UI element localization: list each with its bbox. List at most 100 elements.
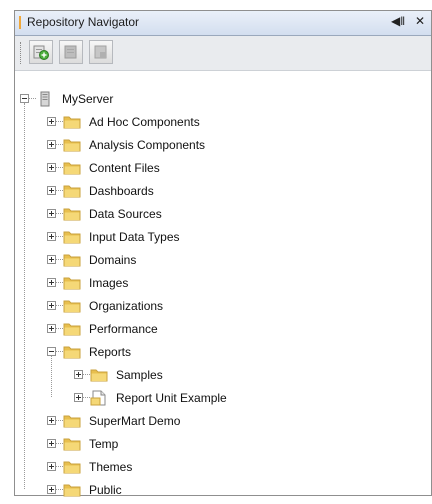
toolbar — [15, 36, 431, 71]
tree-node-label: Public — [89, 483, 122, 497]
tree-folder-node[interactable]: Ad Hoc Components — [15, 113, 415, 133]
tree-root-node[interactable]: MyServer — [15, 90, 415, 110]
tree-connector-line — [56, 259, 63, 261]
tree-connector-line — [56, 167, 63, 169]
expand-toggle-icon[interactable] — [47, 186, 56, 195]
expand-toggle-icon[interactable] — [47, 416, 56, 425]
tree-folder-node[interactable]: SuperMart Demo — [15, 412, 415, 432]
tree-node-label: Organizations — [89, 299, 164, 313]
collapse-toggle-icon[interactable] — [47, 347, 56, 356]
tree-node-label: Samples — [116, 368, 163, 382]
expand-toggle-icon[interactable] — [47, 439, 56, 448]
tree-folder-node[interactable]: Public — [15, 481, 415, 501]
tree-connector-line — [56, 328, 63, 330]
expand-toggle-icon[interactable] — [47, 485, 56, 494]
expand-toggle-icon[interactable] — [47, 278, 56, 287]
panel-title: Repository Navigator — [27, 15, 140, 29]
tree-connector-line — [56, 305, 63, 307]
expand-toggle-icon[interactable] — [74, 393, 83, 402]
expand-toggle-icon[interactable] — [47, 140, 56, 149]
expand-toggle-icon[interactable] — [47, 462, 56, 471]
folder-icon — [90, 367, 108, 383]
tree-folder-node[interactable]: Content Files — [15, 159, 415, 179]
tree-connector-line — [56, 420, 63, 422]
tree-node-label: Ad Hoc Components — [89, 115, 200, 129]
tree-connector-line — [56, 236, 63, 238]
repository-navigator-panel: Repository Navigator ◀‖ ✕ MyServer Ad Ho… — [14, 10, 432, 497]
close-icon[interactable]: ✕ — [415, 14, 425, 28]
folder-icon — [63, 459, 81, 475]
folder-icon — [63, 321, 81, 337]
tree-connector-line — [56, 282, 63, 284]
tree-folder-node[interactable]: Dashboards — [15, 182, 415, 202]
tree-connector-line — [24, 103, 25, 489]
tree-connector-line — [51, 356, 52, 397]
edit-resource-icon — [64, 45, 77, 59]
server-icon — [36, 91, 54, 107]
folder-icon — [63, 229, 81, 245]
tree-node-label: SuperMart Demo — [89, 414, 181, 428]
folder-icon — [63, 137, 81, 153]
tree-child-node[interactable]: Samples — [15, 366, 415, 386]
tree-folder-node[interactable]: Data Sources — [15, 205, 415, 225]
tree-node-label: Images — [89, 276, 129, 290]
expand-toggle-icon[interactable] — [47, 117, 56, 126]
tree-node-label: Input Data Types — [89, 230, 180, 244]
folder-icon — [63, 482, 81, 498]
tree-connector-line — [56, 489, 63, 491]
tree-connector-line — [56, 213, 63, 215]
tree-child-node[interactable]: Report Unit Example — [15, 389, 415, 409]
delete-resource-button[interactable] — [89, 40, 113, 64]
add-resource-button[interactable] — [29, 40, 53, 64]
collapse-toggle-icon[interactable] — [20, 94, 29, 103]
folder-icon — [63, 252, 81, 268]
tree-connector-line — [56, 190, 63, 192]
tree-folder-node[interactable]: Analysis Components — [15, 136, 415, 156]
tree-folder-node[interactable]: Themes — [15, 458, 415, 478]
tree-folder-node[interactable]: Domains — [15, 251, 415, 271]
tree-node-label: Data Sources — [89, 207, 162, 221]
folder-icon — [63, 114, 81, 130]
expand-toggle-icon[interactable] — [47, 163, 56, 172]
pin-icon[interactable]: ◀‖ — [391, 14, 405, 28]
tree-connector-line — [83, 397, 90, 399]
tree-node-label: Temp — [89, 437, 119, 451]
tree-connector-line — [29, 98, 36, 100]
tree-connector-line — [56, 121, 63, 123]
tree-node-label: Domains — [89, 253, 137, 267]
tree-connector-line — [56, 351, 63, 353]
title-accent-bar — [19, 16, 21, 29]
tree-node-label: Dashboards — [89, 184, 154, 198]
tree-folder-node[interactable]: Temp — [15, 435, 415, 455]
folder-icon — [63, 206, 81, 222]
tree-connector-line — [56, 144, 63, 146]
tree-connector-line — [56, 443, 63, 445]
tree-folder-node[interactable]: Input Data Types — [15, 228, 415, 248]
tree-folder-node[interactable]: Images — [15, 274, 415, 294]
folder-icon — [63, 275, 81, 291]
repository-tree: MyServer Ad Hoc Components Analysis Compon… — [15, 73, 431, 497]
tree-folder-node[interactable]: Reports — [15, 343, 415, 363]
tree-node-label: Content Files — [89, 161, 160, 175]
toolbar-grip[interactable] — [20, 42, 23, 64]
tree-node-label: Performance — [89, 322, 158, 336]
panel-title-bar: Repository Navigator ◀‖ ✕ — [15, 11, 431, 36]
edit-resource-button[interactable] — [59, 40, 83, 64]
expand-toggle-icon[interactable] — [47, 301, 56, 310]
expand-toggle-icon[interactable] — [47, 209, 56, 218]
tree-folder-node[interactable]: Organizations — [15, 297, 415, 317]
expand-toggle-icon[interactable] — [47, 255, 56, 264]
folder-icon — [63, 298, 81, 314]
tree-connector-line — [56, 466, 63, 468]
tree-root-label: MyServer — [62, 92, 114, 106]
tree-node-label: Themes — [89, 460, 133, 474]
expand-toggle-icon[interactable] — [74, 370, 83, 379]
folder-icon — [63, 344, 81, 360]
tree-node-label: Analysis Components — [89, 138, 206, 152]
expand-toggle-icon[interactable] — [47, 232, 56, 241]
tree-folder-node[interactable]: Performance — [15, 320, 415, 340]
expand-toggle-icon[interactable] — [47, 324, 56, 333]
folder-icon — [63, 413, 81, 429]
add-resource-icon — [33, 45, 49, 60]
tree-connector-line — [83, 374, 90, 376]
